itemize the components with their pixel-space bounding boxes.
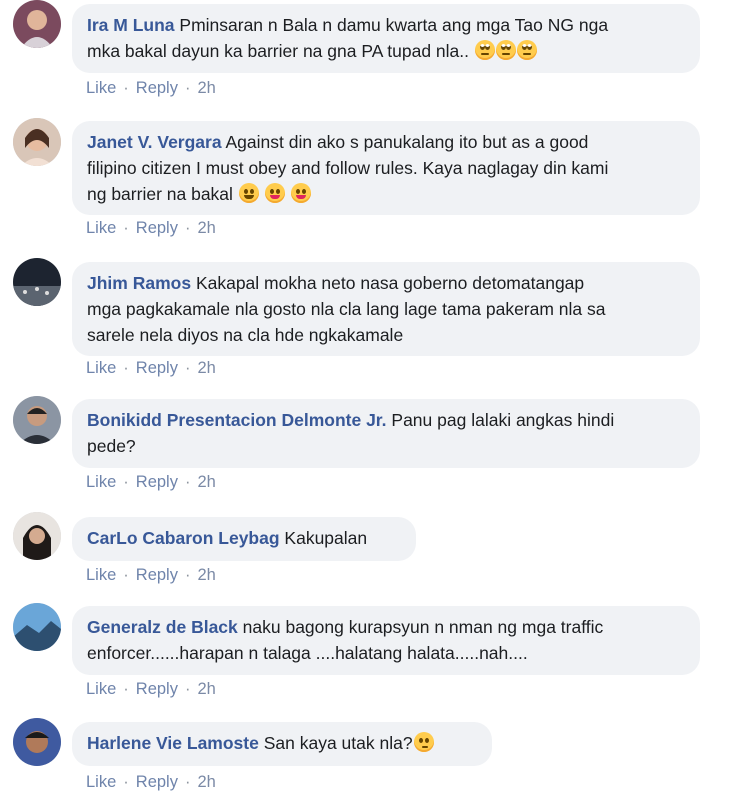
- profile-photo-icon: [13, 396, 61, 444]
- timestamp-link[interactable]: 2h: [197, 680, 215, 698]
- separator-dot: ·: [184, 473, 191, 491]
- timestamp-link[interactable]: 2h: [197, 566, 215, 584]
- like-button[interactable]: Like: [86, 359, 116, 377]
- like-button[interactable]: Like: [86, 473, 116, 491]
- separator-dot: ·: [184, 359, 191, 377]
- timestamp-link[interactable]: 2h: [197, 219, 215, 237]
- reply-button[interactable]: Reply: [136, 566, 178, 584]
- like-button[interactable]: Like: [86, 219, 116, 237]
- comment-actions: Like · Reply · 2h: [86, 359, 216, 378]
- like-button[interactable]: Like: [86, 79, 116, 97]
- comment-bubble: CarLo Cabaron Leybag Kakupalan: [72, 517, 416, 561]
- comment-text: Kakupalan: [284, 528, 368, 548]
- comment-actions: Like · Reply · 2h: [86, 79, 216, 98]
- comment-actions: Like · Reply · 2h: [86, 473, 216, 492]
- reply-button[interactable]: Reply: [136, 219, 178, 237]
- comment-bubble: Jhim Ramos Kakapal mokha neto nasa gober…: [72, 262, 700, 356]
- like-button[interactable]: Like: [86, 773, 116, 791]
- separator-dot: ·: [123, 773, 129, 791]
- separator-dot: ·: [123, 566, 129, 584]
- separator-dot: ·: [184, 680, 191, 698]
- comment-author-link[interactable]: Janet V. Vergara: [87, 132, 222, 152]
- separator-dot: ·: [184, 219, 191, 237]
- profile-photo-icon: [13, 118, 61, 166]
- comment-author-link[interactable]: Ira M Luna: [87, 15, 175, 35]
- separator-dot: ·: [184, 566, 191, 584]
- thinking-emoji-icon: [413, 732, 434, 752]
- separator-dot: ·: [123, 680, 129, 698]
- profile-photo-icon: [13, 0, 61, 48]
- grinning-emoji-icon: [238, 183, 259, 203]
- profile-photo-icon: [13, 718, 61, 766]
- avatar[interactable]: [13, 396, 61, 444]
- separator-dot: ·: [123, 79, 129, 97]
- comment-author-link[interactable]: CarLo Cabaron Leybag: [87, 528, 280, 548]
- reply-button[interactable]: Reply: [136, 773, 178, 791]
- avatar[interactable]: [13, 603, 61, 651]
- avatar[interactable]: [13, 258, 61, 306]
- comment-bubble: Janet V. Vergara Against din ako s panuk…: [72, 121, 700, 215]
- timestamp-link[interactable]: 2h: [197, 473, 215, 491]
- separator-dot: ·: [184, 79, 191, 97]
- comment-bubble: Harlene Vie Lamoste San kaya utak nla?: [72, 722, 492, 766]
- comment-actions: Like · Reply · 2h: [86, 219, 216, 238]
- like-button[interactable]: Like: [86, 680, 116, 698]
- comment-author-link[interactable]: Bonikidd Presentacion Delmonte Jr.: [87, 410, 387, 430]
- comment-text: San kaya utak nla?: [263, 733, 413, 753]
- comment-bubble: Generalz de Black naku bagong kurapsyun …: [72, 606, 700, 675]
- separator-dot: ·: [123, 473, 129, 491]
- comment-actions: Like · Reply · 2h: [86, 680, 216, 699]
- profile-photo-icon: [13, 512, 61, 560]
- winking-tongue-emoji-icon: [264, 183, 285, 203]
- comment-bubble: Bonikidd Presentacion Delmonte Jr. Panu …: [72, 399, 700, 468]
- reply-button[interactable]: Reply: [136, 359, 178, 377]
- avatar[interactable]: [13, 718, 61, 766]
- comment-author-link[interactable]: Harlene Vie Lamoste: [87, 733, 259, 753]
- comment-author-link[interactable]: Generalz de Black: [87, 617, 238, 637]
- avatar[interactable]: [13, 512, 61, 560]
- timestamp-link[interactable]: 2h: [197, 773, 215, 791]
- avatar[interactable]: [13, 0, 61, 48]
- reply-button[interactable]: Reply: [136, 79, 178, 97]
- avatar[interactable]: [13, 118, 61, 166]
- eye-roll-emoji-icon: [516, 40, 537, 60]
- winking-tongue-emoji-icon: [290, 183, 311, 203]
- separator-dot: ·: [123, 359, 129, 377]
- profile-photo-icon: [13, 603, 61, 651]
- eye-roll-emoji-icon: [495, 40, 516, 60]
- comment-author-link[interactable]: Jhim Ramos: [87, 273, 191, 293]
- profile-photo-icon: [13, 258, 61, 306]
- timestamp-link[interactable]: 2h: [197, 79, 215, 97]
- reply-button[interactable]: Reply: [136, 680, 178, 698]
- timestamp-link[interactable]: 2h: [197, 359, 215, 377]
- separator-dot: ·: [123, 219, 129, 237]
- like-button[interactable]: Like: [86, 566, 116, 584]
- eye-roll-emoji-icon: [474, 40, 495, 60]
- comment-actions: Like · Reply · 2h: [86, 566, 216, 585]
- separator-dot: ·: [184, 773, 191, 791]
- reply-button[interactable]: Reply: [136, 473, 178, 491]
- comment-actions: Like · Reply · 2h: [86, 773, 216, 792]
- comment-bubble: Ira M Luna Pminsaran n Bala n damu kwart…: [72, 4, 700, 73]
